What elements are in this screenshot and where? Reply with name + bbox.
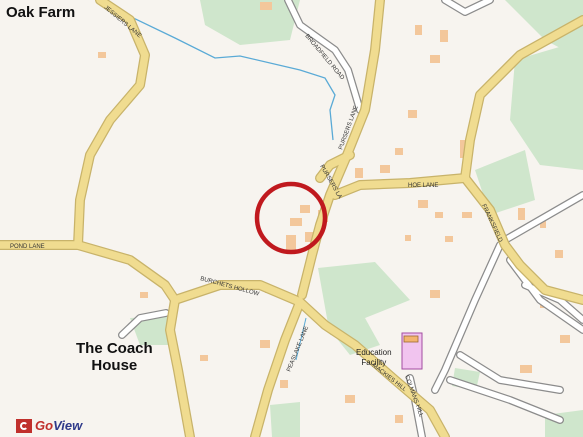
goview-logo-icon [16, 418, 32, 433]
poi-label-education-line-1: Education [356, 348, 392, 357]
poi-label-education-facility: Education Facility [356, 348, 392, 368]
map-canvas[interactable]: JESSIERS LANE BROADFIELD ROAD PURSERS LA… [0, 0, 583, 437]
goview-logo-go: Go [35, 418, 54, 433]
road-label-pond-lane: POND LANE [10, 244, 45, 250]
place-label-the-coach-house-line-1: The Coach [76, 340, 153, 357]
goview-logo-view: View [53, 418, 83, 433]
place-label-oak-farm: Oak Farm [6, 4, 76, 21]
poi-label-education-line-2: Facility [361, 358, 387, 367]
road-label-hoe-lane: HOE LANE [408, 183, 438, 189]
goview-logo-text: GoView [35, 418, 82, 433]
education-facility-site [401, 332, 423, 370]
place-label-the-coach-house: The Coach House [76, 340, 153, 374]
place-label-the-coach-house-line-2: House [91, 357, 138, 374]
goview-logo: GoView [16, 418, 82, 433]
